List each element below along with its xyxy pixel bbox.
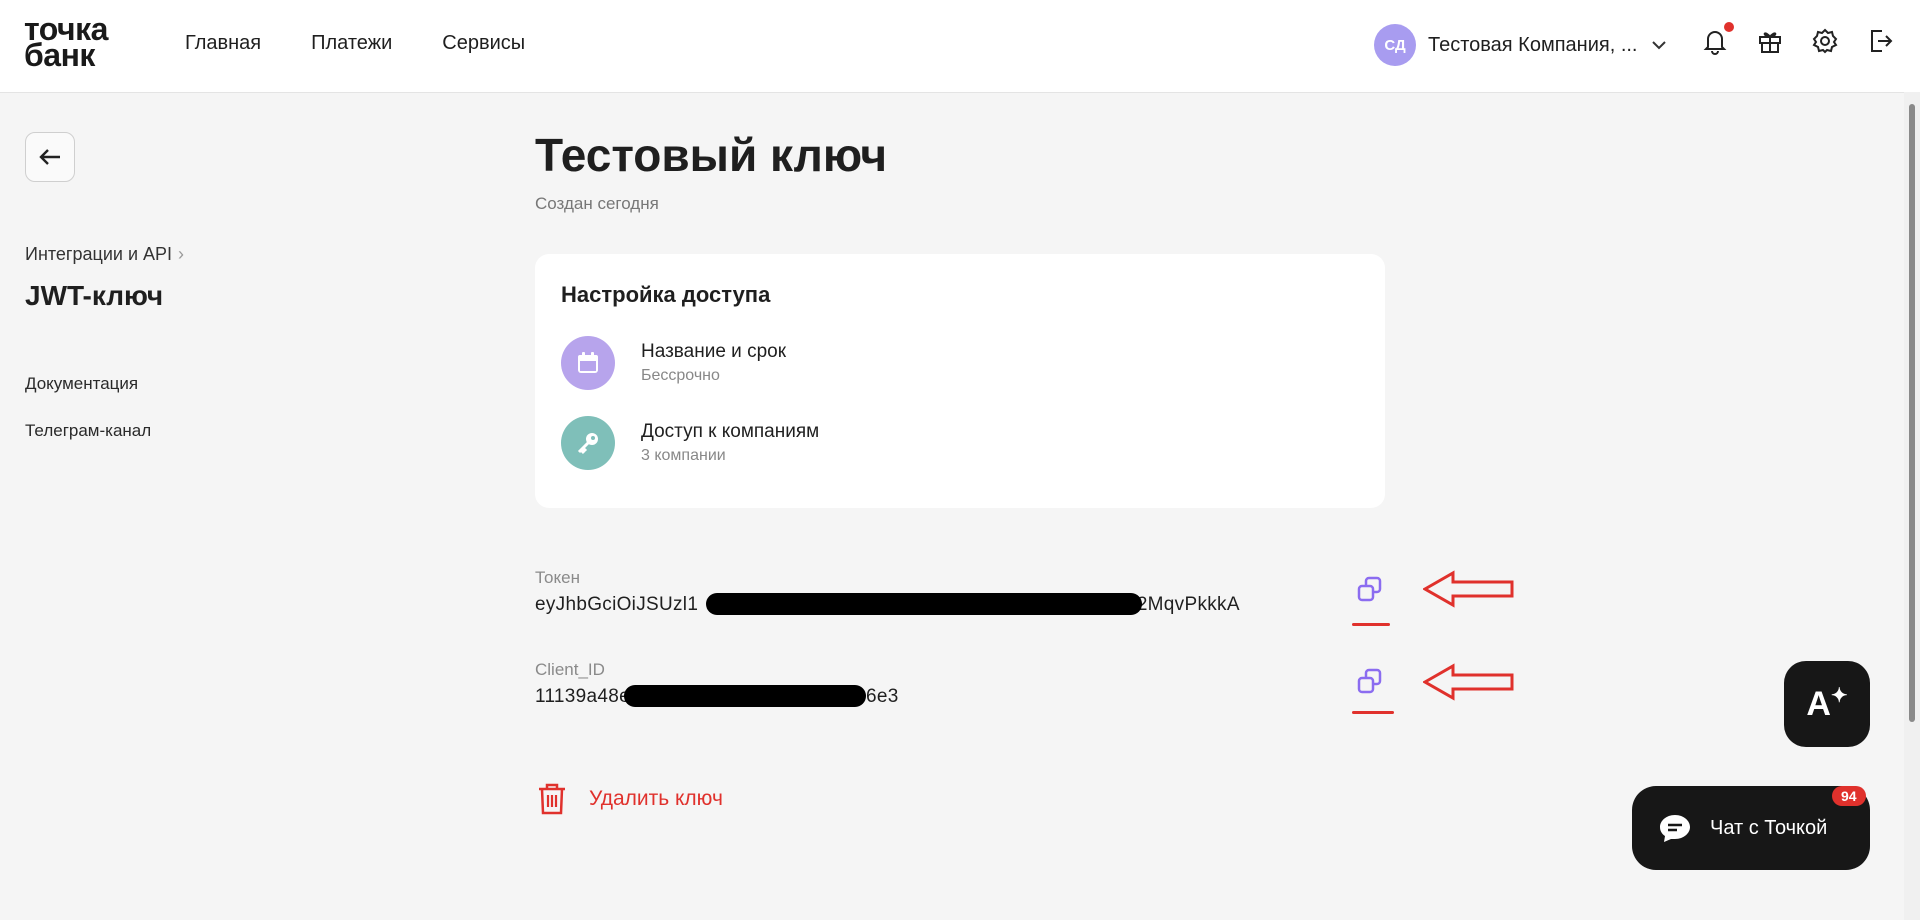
- chat-label: Чат с Точкой: [1710, 816, 1828, 839]
- setting-subtitle: 3 компании: [641, 447, 726, 464]
- setting-title: Название и срок: [641, 341, 787, 362]
- nav-services[interactable]: Сервисы: [442, 32, 525, 55]
- top-header: точка банк Главная Платежи Сервисы СД Те…: [0, 0, 1920, 93]
- client-id-value-start: 11139a48e: [535, 686, 630, 707]
- setting-subtitle: Бессрочно: [641, 367, 720, 384]
- delete-key-label: Удалить ключ: [589, 787, 723, 810]
- setting-name-term[interactable]: Название и срок Бессрочно: [561, 336, 786, 390]
- chat-bubble-icon: [1660, 815, 1690, 842]
- gift-icon[interactable]: [1755, 26, 1785, 56]
- calendar-icon: [561, 336, 615, 390]
- client-id-label: Client_ID: [535, 660, 605, 679]
- logo[interactable]: точка банк: [24, 13, 108, 71]
- gear-icon[interactable]: [1810, 26, 1840, 56]
- logout-icon[interactable]: [1865, 26, 1895, 56]
- company-name: Тестовая Компания, ...: [1428, 33, 1638, 56]
- trash-icon: [539, 783, 565, 815]
- back-button[interactable]: [25, 132, 75, 182]
- token-value-end: r2MqvPkkkA: [1130, 594, 1240, 615]
- setting-title: Доступ к компаниям: [641, 421, 820, 442]
- key-icon: [561, 416, 615, 470]
- company-switcher[interactable]: СД Тестовая Компания, ...: [1374, 24, 1668, 66]
- annotation-arrow-icon: [1423, 570, 1514, 608]
- sidebar-title: JWT-ключ: [25, 280, 164, 311]
- annotation-underline: [1352, 711, 1394, 714]
- sparkle-icon: ✦: [1830, 684, 1848, 707]
- breadcrumb-label: Интеграции и API: [25, 244, 173, 264]
- annotation-arrow-icon: [1423, 663, 1514, 701]
- card-title: Настройка доступа: [561, 282, 771, 307]
- sidebar-link-telegram[interactable]: Телеграм-канал: [25, 421, 151, 441]
- redaction-bar: [706, 593, 1142, 615]
- page-title: Тестовый ключ: [535, 129, 888, 181]
- scrollbar[interactable]: [1904, 92, 1920, 920]
- copy-client-id-icon[interactable]: [1354, 666, 1386, 698]
- chat-unread-badge: 94: [1832, 786, 1866, 806]
- arrow-left-icon: [39, 149, 60, 165]
- client-id-value-end: 6e3: [865, 686, 899, 707]
- token-value-start: eyJhbGciOiJSUzl1: [535, 594, 699, 615]
- delete-key-button[interactable]: Удалить ключ: [535, 781, 723, 817]
- access-settings-card: Настройка доступа Название и срок Бессро…: [535, 254, 1385, 508]
- sidebar-link-docs[interactable]: Документация: [25, 374, 138, 394]
- annotation-underline: [1352, 623, 1390, 626]
- main-nav: Главная Платежи Сервисы: [185, 32, 525, 55]
- notification-dot: [1724, 22, 1734, 32]
- avatar: СД: [1374, 24, 1416, 66]
- ai-label: A: [1806, 684, 1831, 723]
- page-subtitle: Создан сегодня: [535, 194, 659, 213]
- chevron-down-icon: [1652, 41, 1666, 50]
- copy-token-icon[interactable]: [1354, 574, 1386, 606]
- redaction-bar: [624, 685, 866, 707]
- nav-payments[interactable]: Платежи: [311, 32, 392, 55]
- breadcrumb[interactable]: Интеграции и API ›: [25, 244, 184, 265]
- chevron-right-icon: ›: [178, 244, 185, 264]
- ai-assistant-button[interactable]: A ✦: [1784, 661, 1870, 747]
- scrollbar-thumb[interactable]: [1909, 104, 1915, 722]
- setting-company-access[interactable]: Доступ к компаниям 3 компании: [561, 416, 819, 470]
- token-label: Токен: [535, 568, 580, 587]
- nav-home[interactable]: Главная: [185, 32, 261, 55]
